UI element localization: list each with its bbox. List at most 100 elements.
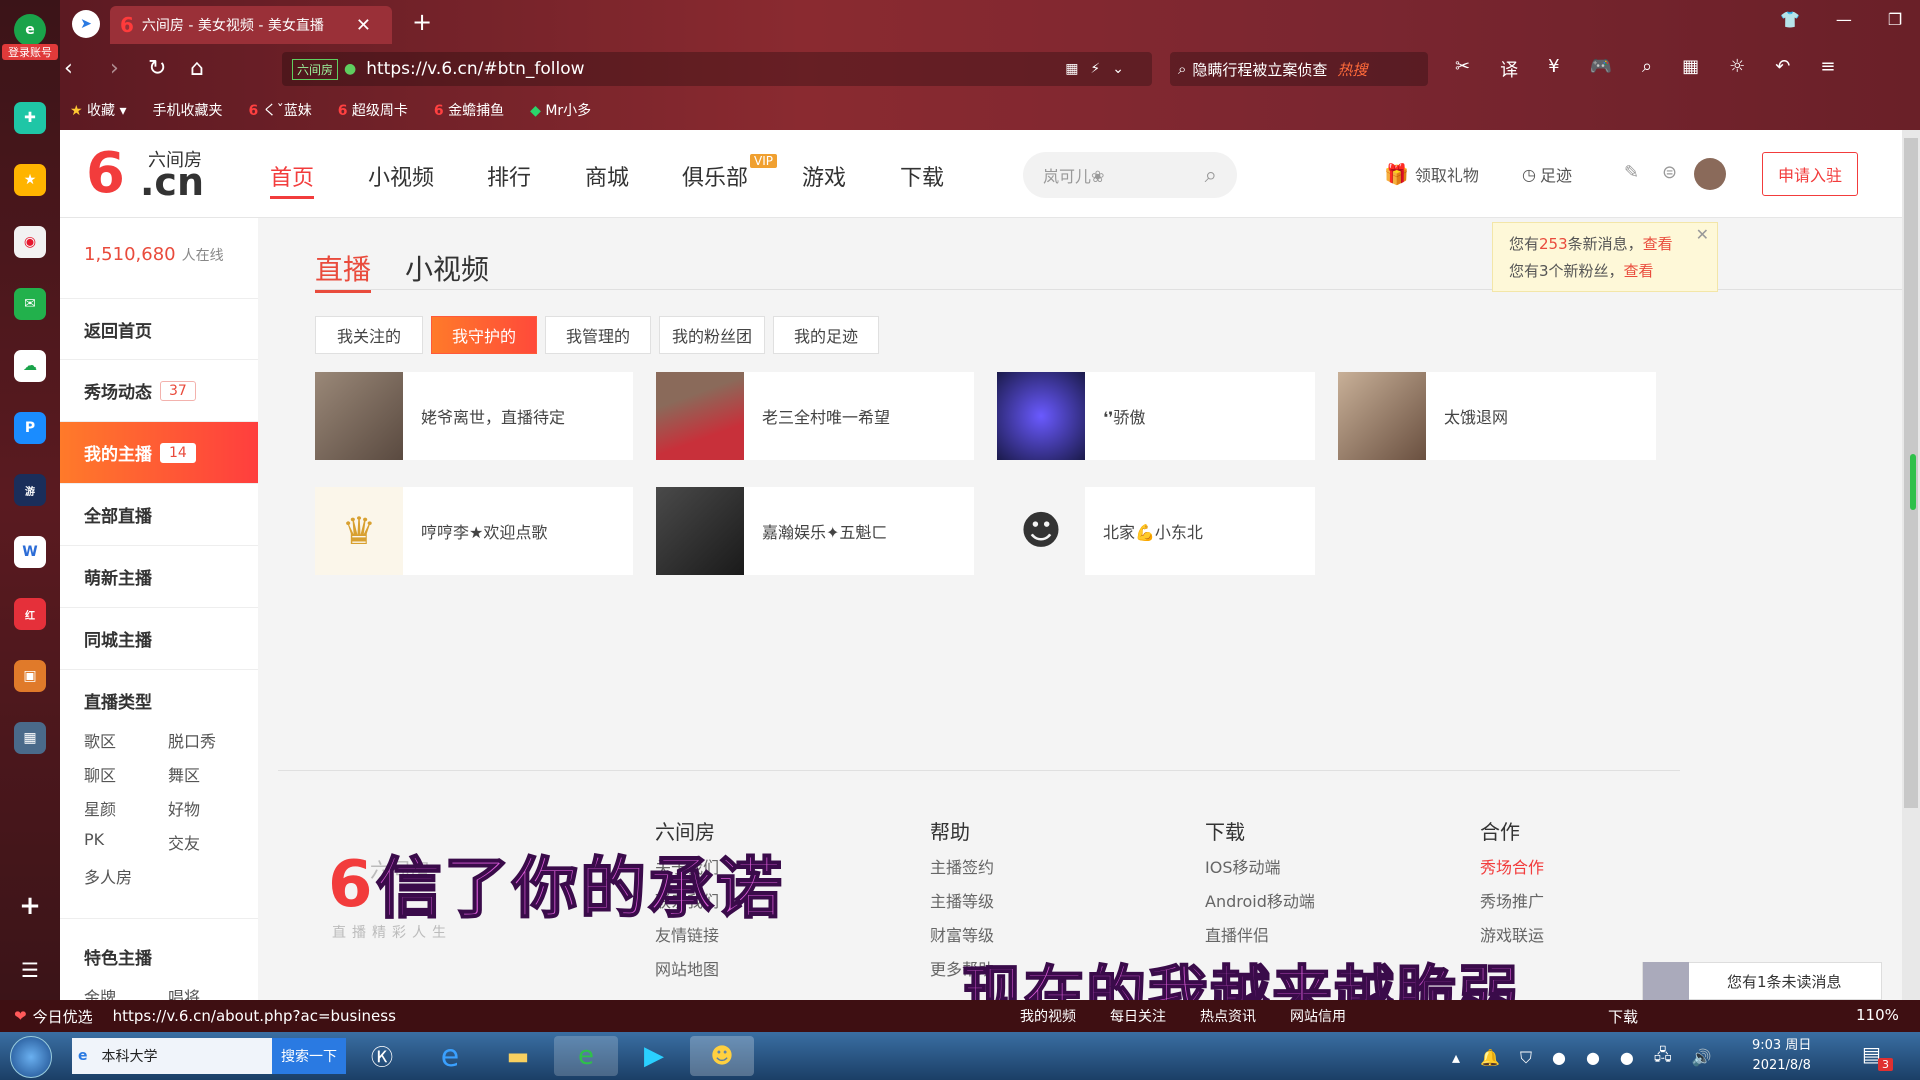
unread-toast[interactable]: 您有1条未读消息 — [1642, 962, 1882, 1000]
footprint-link[interactable]: ◷ 足迹 — [1522, 162, 1572, 186]
filter-managing[interactable]: 我管理的 — [545, 316, 651, 354]
nav-video[interactable]: 小视频 — [368, 160, 434, 192]
nav-download[interactable]: 下载 — [900, 160, 944, 192]
video-app-icon[interactable]: ▶ — [622, 1036, 686, 1076]
status-download[interactable]: 下载 — [1608, 1006, 1638, 1027]
skin-icon[interactable]: 👕 — [1780, 10, 1800, 29]
mail-icon[interactable]: ✉ — [14, 288, 46, 320]
sidebar-item-dynamics[interactable]: 秀场动态 37 — [60, 360, 258, 422]
bookmark-item[interactable]: 6 金蟾捕鱼 — [434, 100, 504, 120]
filter-footprint[interactable]: 我的足迹 — [773, 316, 879, 354]
close-icon[interactable]: ✕ — [1696, 221, 1709, 248]
anchor-card[interactable]: ❛❜骄傲 — [997, 372, 1315, 460]
translate-icon[interactable]: 译 — [1500, 56, 1518, 82]
status-item[interactable]: 每日关注 — [1110, 1006, 1166, 1026]
status-item[interactable]: 我的视频 — [1020, 1006, 1076, 1026]
brightness-icon[interactable]: ☼ — [1729, 56, 1745, 82]
menu-icon[interactable]: ≡ — [1820, 56, 1835, 82]
shop-app-icon[interactable]: 红 — [14, 598, 46, 630]
k-app-icon[interactable]: Ⓚ — [350, 1036, 414, 1076]
tab-short-video[interactable]: 小视频 — [405, 248, 489, 288]
bookmark-fav[interactable]: ★ 收藏 ▾ — [70, 100, 127, 120]
anchor-card[interactable]: ♛ 哼哼李★欢迎点歌 — [315, 487, 633, 575]
bookmark-app-icon[interactable]: ✚ — [14, 102, 46, 134]
anchor-card[interactable]: 太饿退网 — [1338, 372, 1656, 460]
refresh-icon[interactable]: ↻ — [148, 56, 166, 81]
anchor-card[interactable]: 姥爷离世，直播待定 — [315, 372, 633, 460]
doc-app-icon[interactable]: W — [14, 536, 46, 568]
footer-link[interactable]: 网站地图 — [655, 956, 719, 980]
cloud-icon[interactable]: ☁ — [14, 350, 46, 382]
bookmark-item[interactable]: 手机收藏夹 — [153, 100, 223, 120]
view-messages-link[interactable]: 查看 — [1643, 235, 1673, 253]
folder-icon[interactable]: ▬ — [486, 1036, 550, 1076]
start-button[interactable] — [10, 1036, 52, 1078]
address-bar[interactable]: 六间房 ● https://v.6.cn/#btn_follow ▦⚡⌄ — [282, 52, 1152, 86]
bookmark-item[interactable]: 6 超级周卡 — [338, 100, 408, 120]
type-talk[interactable]: 脱口秀 — [168, 728, 216, 752]
status-today[interactable]: 今日优选 — [33, 1006, 93, 1027]
search-icon[interactable]: ⌕ — [1205, 163, 1217, 188]
bookmark-item[interactable]: 6 くˇ蓝妹 — [249, 100, 312, 120]
tray-app-icon[interactable]: ● — [1552, 1048, 1566, 1067]
sidebar-item-city[interactable]: 同城主播 — [60, 608, 258, 670]
restore-icon[interactable]: ❐ — [1888, 10, 1902, 29]
footer-link[interactable]: 财富等级 — [930, 922, 994, 946]
nav-rank[interactable]: 排行 — [487, 160, 531, 192]
taskbar-search[interactable]: e 本科大学 — [72, 1038, 272, 1074]
new-tab-icon[interactable]: + — [412, 8, 432, 36]
page-scrollbar[interactable] — [1902, 130, 1920, 1000]
avatar[interactable] — [1694, 158, 1726, 190]
tab-live[interactable]: 直播 — [315, 248, 372, 293]
type-goods[interactable]: 好物 — [168, 796, 200, 820]
footer-link[interactable]: IOS移动端 — [1205, 854, 1280, 878]
sidebar-item-my-anchors[interactable]: 我的主播 14 — [60, 422, 258, 484]
edit-icon[interactable]: ✎ — [1624, 162, 1639, 183]
favorites-app-icon[interactable]: ★ — [14, 164, 46, 196]
cartoon-app-icon[interactable]: ☻ — [690, 1036, 754, 1076]
type-face[interactable]: 星颜 — [84, 796, 116, 820]
ie-app-icon[interactable]: e — [418, 1036, 482, 1076]
type-chat[interactable]: 聊区 — [84, 762, 116, 786]
browser-tab[interactable]: 6 六间房 - 美女视频 - 美女直播 ✕ — [110, 6, 392, 44]
weibo-icon[interactable]: ◉ — [14, 226, 46, 258]
add-icon[interactable]: + — [14, 890, 46, 922]
clock[interactable]: 9:03 周日 2021/8/8 — [1752, 1036, 1811, 1076]
nav-mall[interactable]: 商城 — [585, 160, 629, 192]
minimize-icon[interactable]: — — [1836, 10, 1852, 29]
browser-logo-icon[interactable]: e — [14, 14, 46, 46]
network-icon[interactable]: 🖧 — [1654, 1044, 1672, 1071]
status-item[interactable]: 热点资讯 — [1200, 1006, 1256, 1026]
cut-icon[interactable]: ✂ — [1455, 56, 1470, 82]
type-song[interactable]: 歌区 — [84, 728, 116, 752]
type-dance[interactable]: 舞区 — [168, 762, 200, 786]
tray-app-icon[interactable]: ● — [1620, 1048, 1634, 1067]
sidebar-item-home[interactable]: 返回首页 — [60, 298, 258, 360]
game2-app-icon[interactable]: ▣ — [14, 660, 46, 692]
type-friend[interactable]: 交友 — [168, 830, 200, 854]
menu-icon[interactable]: ☰ — [14, 954, 46, 986]
zoom-level[interactable]: 110% — [1856, 1006, 1899, 1024]
type-multi[interactable]: 多人房 — [84, 864, 132, 888]
nav-club[interactable]: 俱乐部 — [682, 160, 748, 192]
back-icon[interactable]: ‹ — [64, 56, 73, 81]
game-app-icon[interactable]: 游 — [14, 474, 46, 506]
browser-app-icon[interactable]: e — [554, 1036, 618, 1076]
home-icon[interactable]: ⌂ — [190, 56, 204, 81]
browser-search[interactable]: ⌕ 隐瞒行程被立案侦查 热搜 — [1170, 52, 1428, 86]
feature-singer[interactable]: 唱将 — [168, 984, 200, 1000]
login-label[interactable]: 登录账号 — [2, 44, 58, 60]
view-fans-link[interactable]: 查看 — [1624, 262, 1654, 280]
footer-link[interactable]: 秀场推广 — [1480, 888, 1544, 912]
footer-link[interactable]: 秀场合作 — [1480, 854, 1544, 878]
forward-icon[interactable]: › — [110, 56, 119, 81]
tray-expand-icon[interactable]: ▴ — [1452, 1048, 1460, 1067]
filter-fan-group[interactable]: 我的粉丝团 — [659, 316, 765, 354]
message-icon[interactable]: ⊜ — [1662, 162, 1677, 183]
footer-link[interactable]: 主播等级 — [930, 888, 994, 912]
ppt-app-icon[interactable]: P — [14, 412, 46, 444]
anchor-card[interactable]: 老三全村唯一希望 — [656, 372, 974, 460]
apply-button[interactable]: 申请入驻 — [1762, 152, 1858, 196]
find-icon[interactable]: ⌕ — [1642, 56, 1652, 82]
sidebar-item-new[interactable]: 萌新主播 — [60, 546, 258, 608]
